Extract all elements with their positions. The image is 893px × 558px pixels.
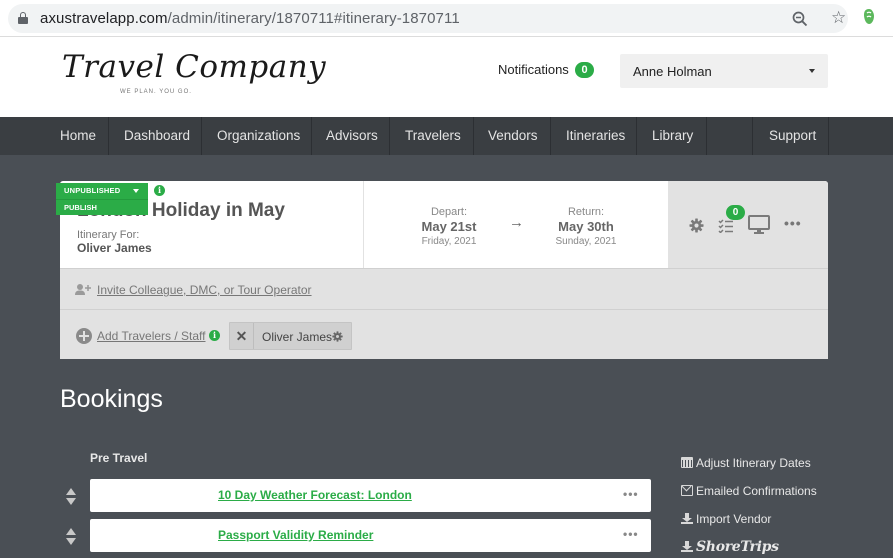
checklist-icon[interactable] (718, 219, 734, 233)
itinerary-for-name: Oliver James (77, 241, 152, 255)
user-menu-dropdown[interactable]: Anne Holman (620, 54, 828, 88)
bookings-heading: Bookings (60, 385, 163, 413)
return-label: Return: (567, 206, 605, 218)
info-icon[interactable]: i (154, 185, 165, 196)
itinerary-for-label: Itinerary For: (77, 229, 140, 241)
chevron-down-icon (809, 69, 815, 73)
nav-dashboard[interactable]: Dashboard (124, 117, 190, 155)
url-host: axustravelapp.com (40, 10, 168, 27)
nav-travelers[interactable]: Travelers (405, 117, 461, 155)
nav-support[interactable]: Support (769, 117, 816, 155)
emailed-confirmations-label: Emailed Confirmations (696, 484, 817, 498)
drag-handle-icon[interactable] (66, 488, 77, 506)
return-weekday: Sunday, 2021 (555, 236, 617, 247)
return-day: May 30th (558, 219, 614, 234)
publish-label: PUBLISH (64, 203, 97, 212)
company-logo[interactable]: Travel Company WE PLAN. YOU GO. (60, 49, 326, 98)
logo-text: Travel Company (62, 49, 327, 85)
booking-item: 10 Day Weather Forecast: London ••• (90, 479, 651, 512)
drag-handle-icon[interactable] (66, 528, 77, 546)
import-vendor-label: Import Vendor (696, 512, 772, 526)
nav-itineraries[interactable]: Itineraries (566, 117, 625, 155)
address-bar[interactable]: axustravelapp.com/admin/itinerary/187071… (8, 4, 848, 33)
extension-icon[interactable] (862, 8, 876, 25)
booking-title-link[interactable]: Passport Validity Reminder (218, 528, 373, 542)
depart-label: Depart: (430, 206, 468, 218)
main-navigation: Home Dashboard Organizations Advisors Tr… (0, 117, 893, 155)
nav-divider (636, 117, 637, 155)
adjust-dates-link[interactable]: Adjust Itinerary Dates (681, 456, 811, 470)
itinerary-actions: 0 ••• (668, 181, 828, 268)
return-date[interactable]: Return: May 30th Sunday, 2021 (541, 206, 631, 247)
arrow-right-icon: → (509, 214, 524, 231)
adjust-dates-label: Adjust Itinerary Dates (696, 456, 811, 470)
nav-library[interactable]: Library (652, 117, 693, 155)
nav-divider (473, 117, 474, 155)
nav-home[interactable]: Home (60, 117, 96, 155)
more-options-icon[interactable]: ••• (623, 527, 639, 541)
nav-divider (828, 117, 829, 155)
plus-circle-icon[interactable] (76, 328, 92, 344)
envelope-icon (681, 485, 693, 496)
nav-divider (752, 117, 753, 155)
itinerary-summary-card: London Holiday in May Itinerary For: Oli… (60, 181, 828, 268)
nav-vendors[interactable]: Vendors (488, 117, 538, 155)
travelers-row: Add Travelers / Staff i ✕ Oliver James (60, 309, 828, 359)
shoretrips-link[interactable]: ShoreTrips (681, 539, 779, 555)
section-label-pre-travel: Pre Travel (90, 451, 148, 465)
status-label: UNPUBLISHED (64, 186, 121, 195)
depart-day: May 21st (421, 219, 477, 234)
checklist-count-badge[interactable]: 0 (726, 205, 745, 220)
url-text[interactable]: axustravelapp.com/admin/itinerary/187071… (40, 10, 460, 27)
notifications-count-badge[interactable]: 0 (575, 62, 594, 78)
browser-toolbar: axustravelapp.com/admin/itinerary/187071… (0, 0, 893, 37)
notifications-link[interactable]: Notifications (498, 62, 569, 77)
traveler-chip: ✕ Oliver James (229, 322, 352, 350)
publish-option[interactable]: PUBLISH (56, 199, 148, 215)
gear-icon[interactable] (689, 218, 704, 233)
monitor-preview-icon[interactable] (748, 215, 770, 235)
more-options-icon[interactable]: ••• (784, 215, 802, 231)
zoom-icon[interactable] (792, 11, 808, 27)
gear-icon[interactable] (332, 331, 343, 342)
nav-divider (311, 117, 312, 155)
add-user-icon (75, 284, 91, 295)
nav-divider (389, 117, 390, 155)
site-header: Travel Company WE PLAN. YOU GO. Notifica… (0, 37, 893, 117)
booking-title-link[interactable]: 10 Day Weather Forecast: London (218, 488, 412, 502)
download-icon (681, 513, 693, 524)
publish-status-dropdown[interactable]: UNPUBLISHED (56, 183, 148, 199)
nav-organizations[interactable]: Organizations (217, 117, 300, 155)
nav-divider (706, 117, 707, 155)
more-options-icon[interactable]: ••• (623, 487, 639, 501)
traveler-chip-name[interactable]: Oliver James (262, 330, 332, 344)
nav-divider (201, 117, 202, 155)
depart-date[interactable]: Depart: May 21st Friday, 2021 (404, 206, 494, 247)
emailed-confirmations-link[interactable]: Emailed Confirmations (681, 484, 817, 498)
download-icon (681, 541, 693, 552)
remove-traveler-button[interactable]: ✕ (230, 323, 254, 349)
chevron-down-icon (133, 189, 139, 193)
depart-weekday: Friday, 2021 (421, 236, 477, 247)
add-travelers-link[interactable]: Add Travelers / Staff (97, 329, 206, 343)
divider (363, 181, 364, 268)
url-path: /admin/itinerary/1870711#itinerary-18707… (167, 10, 460, 27)
user-name: Anne Holman (633, 64, 712, 79)
import-vendor-link[interactable]: Import Vendor (681, 512, 771, 526)
shoretrips-logo: ShoreTrips (696, 539, 779, 555)
nav-divider (108, 117, 109, 155)
invite-colleague-link[interactable]: Invite Colleague, DMC, or Tour Operator (97, 283, 312, 297)
calendar-icon (681, 457, 693, 468)
lock-icon[interactable] (18, 12, 28, 24)
booking-item: Passport Validity Reminder ••• (90, 519, 651, 552)
invite-row: Invite Colleague, DMC, or Tour Operator (60, 268, 828, 309)
logo-tagline: WE PLAN. YOU GO. (120, 89, 192, 95)
nav-advisors[interactable]: Advisors (326, 117, 378, 155)
nav-divider (550, 117, 551, 155)
info-icon[interactable]: i (209, 330, 220, 341)
bookmark-star-icon[interactable]: ☆ (831, 9, 846, 26)
